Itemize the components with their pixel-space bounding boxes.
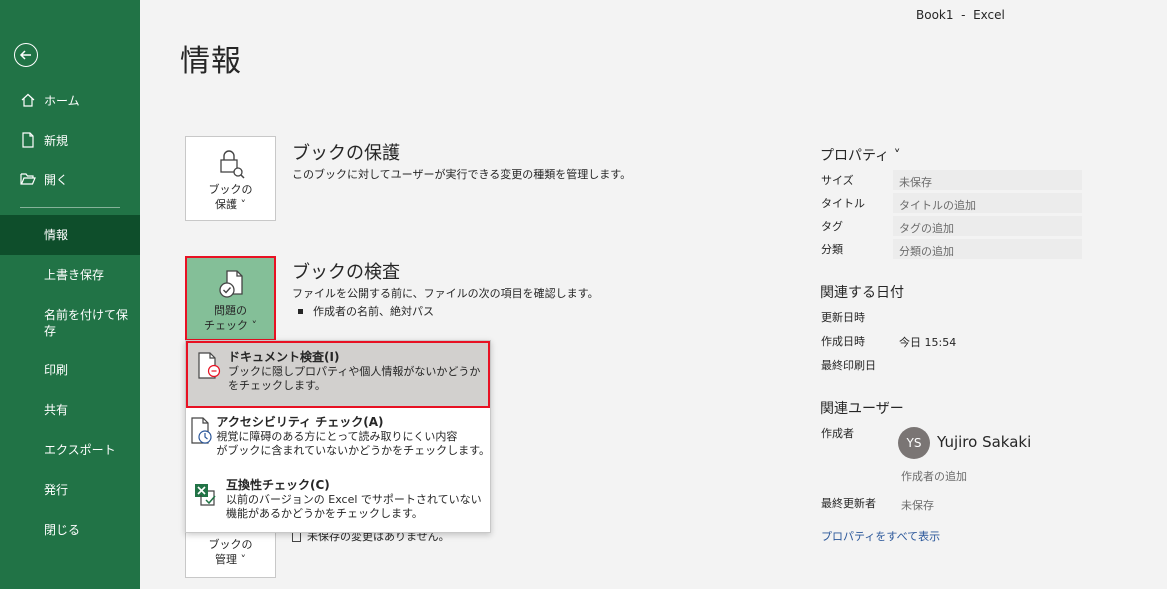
protect-workbook-button[interactable]: ブックの 保護 ˅ — [185, 136, 276, 221]
created-label: 作成日時 — [821, 335, 865, 348]
category-label: 分類 — [821, 243, 843, 256]
window-title: Book1 - Excel — [916, 8, 1005, 22]
menu-item-accessibility-title: アクセシビリティ チェック(A) — [216, 415, 384, 429]
new-file-icon — [20, 132, 36, 148]
nav-share[interactable]: 共有 — [0, 402, 140, 418]
last-printed-label: 最終印刷日 — [821, 359, 876, 372]
home-icon — [20, 92, 36, 108]
nav-info-label: 情報 — [44, 228, 69, 242]
nav-publish-label: 発行 — [44, 483, 69, 497]
inspect-tile-label: 問題の チェック ˅ — [204, 303, 257, 333]
nav-save[interactable]: 上書き保存 — [0, 267, 140, 283]
nav-save-label: 上書き保存 — [44, 268, 105, 282]
sidebar-divider — [20, 207, 120, 208]
size-label: サイズ — [821, 174, 854, 187]
bullet-square-icon — [298, 308, 303, 314]
accessibility-check-icon — [186, 408, 216, 471]
properties-heading[interactable]: プロパティ ˅ — [820, 145, 901, 165]
nav-export-label: エクスポート — [44, 443, 116, 457]
avatar: YS — [898, 427, 930, 459]
inspect-bullet: 作成者の名前、絶対パス — [298, 303, 434, 319]
modified-label: 更新日時 — [821, 311, 865, 324]
manage-label-line1: ブックの — [208, 538, 253, 551]
menu-item-accessibility-desc1: 視覚に障碍のある方にとって読み取りにくい内容 — [216, 430, 458, 443]
inspect-bullet-text: 作成者の名前、絶対パス — [313, 305, 434, 318]
back-button[interactable] — [14, 43, 38, 67]
protect-section-title: ブックの保護 — [292, 143, 400, 164]
nav-share-label: 共有 — [44, 403, 69, 417]
related-people-heading: 関連ユーザー — [820, 401, 904, 417]
nav-open[interactable]: 開く — [0, 171, 140, 187]
related-dates-heading: 関連する日付 — [820, 285, 904, 301]
title-field[interactable]: タイトルの追加 — [899, 197, 976, 213]
nav-home-label: ホーム — [44, 93, 80, 108]
nav-print-label: 印刷 — [44, 363, 69, 377]
menu-item-inspect-desc2: をチェックします。 — [228, 379, 326, 392]
lock-document-icon — [216, 147, 246, 179]
menu-item-inspect-title: ドキュメント検査(I) — [228, 350, 340, 364]
manage-tile-label: ブックの 管理 ˅ — [209, 537, 253, 567]
nav-close-label: 閉じる — [44, 523, 81, 537]
nav-info[interactable]: 情報 — [0, 215, 140, 255]
category-field[interactable]: 分類の追加 — [899, 243, 954, 259]
menu-item-inspect-document[interactable]: ドキュメント検査(I) ブックに隠しプロパティや個人情報がないかどうか をチェッ… — [186, 341, 490, 408]
document-inspect-icon — [188, 343, 228, 406]
title-label: タイトル — [821, 197, 865, 210]
check-document-icon — [216, 268, 246, 300]
protect-section-desc: このブックに対してユーザーが実行できる変更の種類を管理します。 — [292, 168, 632, 181]
protect-label-line1: ブックの — [208, 183, 253, 196]
menu-item-compatibility-desc1: 以前のバージョンの Excel でサポートされていない — [226, 493, 482, 506]
protect-label-line2: 保護 ˅ — [215, 198, 246, 211]
menu-item-compatibility-desc2: 機能があるかどうかをチェックします。 — [226, 507, 423, 520]
protect-tile-label: ブックの 保護 ˅ — [209, 182, 253, 212]
compatibility-check-icon — [186, 471, 226, 533]
last-modified-by-label: 最終更新者 — [821, 497, 876, 510]
manage-label-line2: 管理 ˅ — [215, 553, 246, 566]
nav-export[interactable]: エクスポート — [0, 442, 140, 458]
check-for-issues-button[interactable]: 問題の チェック ˅ — [185, 256, 276, 341]
author-name[interactable]: Yujiro Sakaki — [937, 433, 1031, 451]
arrow-left-icon — [19, 50, 31, 60]
inspect-label-line2: チェック ˅ — [204, 319, 257, 332]
nav-home[interactable]: ホーム — [0, 92, 140, 108]
inspect-section-desc: ファイルを公開する前に、ファイルの次の項目を確認します。 — [292, 287, 599, 300]
menu-item-accessibility-desc2: がブックに含まれていないかどうかをチェックします。 — [216, 444, 490, 457]
created-value: 今日 15:54 — [899, 336, 957, 349]
inspect-label-line1: 問題の — [214, 304, 247, 317]
menu-item-accessibility[interactable]: アクセシビリティ チェック(A) 視覚に障碍のある方にとって読み取りにくい内容 … — [186, 408, 490, 471]
nav-new[interactable]: 新規 — [0, 132, 140, 148]
show-all-properties-link[interactable]: プロパティをすべて表示 — [821, 528, 940, 544]
menu-item-compatibility-title: 互換性チェック(C) — [226, 478, 330, 492]
author-label: 作成者 — [821, 427, 854, 440]
nav-print[interactable]: 印刷 — [0, 362, 140, 378]
check-for-issues-menu: ドキュメント検査(I) ブックに隠しプロパティや個人情報がないかどうか をチェッ… — [185, 340, 491, 533]
size-value: 未保存 — [899, 176, 932, 189]
nav-save-as[interactable]: 名前を付けて保存 — [0, 307, 130, 339]
tags-field[interactable]: タグの追加 — [899, 220, 954, 236]
inspect-section-title: ブックの検査 — [292, 262, 400, 283]
nav-open-label: 開く — [44, 172, 69, 187]
tags-label: タグ — [821, 220, 843, 233]
page-title: 情報 — [180, 44, 242, 79]
menu-item-inspect-desc1: ブックに隠しプロパティや個人情報がないかどうか — [228, 365, 481, 378]
add-author-field[interactable]: 作成者の追加 — [901, 468, 967, 484]
menu-item-compatibility[interactable]: 互換性チェック(C) 以前のバージョンの Excel でサポートされていない 機… — [186, 471, 490, 533]
backstage-sidebar: ホーム 新規 開く 情報 上書き保存 名前を付けて保存 印刷 共有 エクスポート… — [0, 0, 140, 589]
nav-publish[interactable]: 発行 — [0, 482, 140, 498]
nav-new-label: 新規 — [44, 133, 69, 148]
last-modified-by-value: 未保存 — [901, 499, 934, 512]
nav-close[interactable]: 閉じる — [0, 522, 140, 538]
nav-save-as-label: 名前を付けて保存 — [44, 308, 129, 338]
folder-open-icon — [20, 171, 36, 187]
